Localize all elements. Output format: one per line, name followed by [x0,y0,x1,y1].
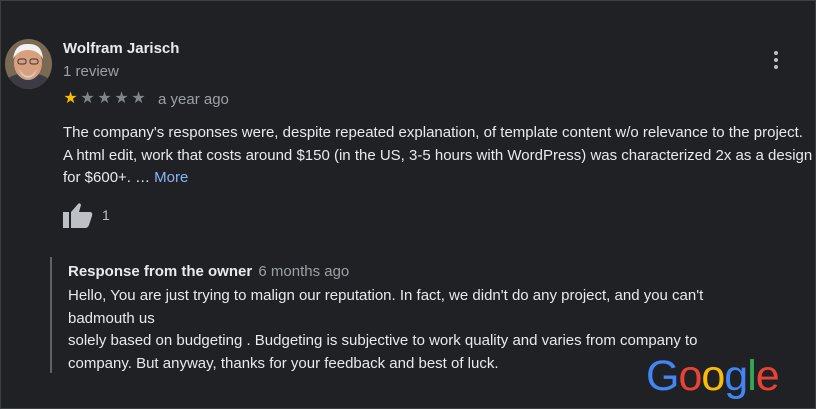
owner-response-label: Response from the owner [68,263,253,280]
google-logo: Google [646,352,780,400]
google-logo-letter: e [755,352,780,400]
google-logo-letter: G [646,352,679,400]
like-count: 1 [102,207,110,223]
review-date: a year ago [158,91,229,108]
owner-response-line: solely based on budgeting . Budgeting is… [68,332,698,349]
google-logo-letter: l [747,352,757,400]
like-button[interactable]: 1 [63,202,110,228]
star-icon: ★ [97,90,112,107]
review-count: 1 review [63,63,119,80]
star-icon: ★ [114,90,129,107]
review-card: Wolfram Jarisch 1 review ★ ★ ★ ★ ★ a year ag… [0,0,816,409]
more-options-icon[interactable] [767,49,785,71]
review-text: The company's responses were, despite re… [63,122,813,190]
star-rating: ★ ★ ★ ★ ★ [62,90,147,108]
google-logo-letter: o [701,352,725,400]
avatar[interactable] [5,39,52,89]
star-icon: ★ [131,90,146,107]
owner-response-date: 6 months ago [258,263,350,280]
owner-response-line: Hello, You are just trying to malign our… [68,287,704,304]
reviewer-name[interactable]: Wolfram Jarisch [63,40,179,57]
thumbs-up-icon [63,203,93,228]
owner-response-heading: Response from the owner 6 months ago [68,263,349,280]
google-logo-letter: g [724,352,748,400]
google-logo-letter: o [678,352,702,400]
star-icon: ★ [63,90,78,107]
more-link[interactable]: More [154,169,188,186]
owner-response-line: badmouth us [68,309,155,327]
star-icon: ★ [80,90,95,107]
